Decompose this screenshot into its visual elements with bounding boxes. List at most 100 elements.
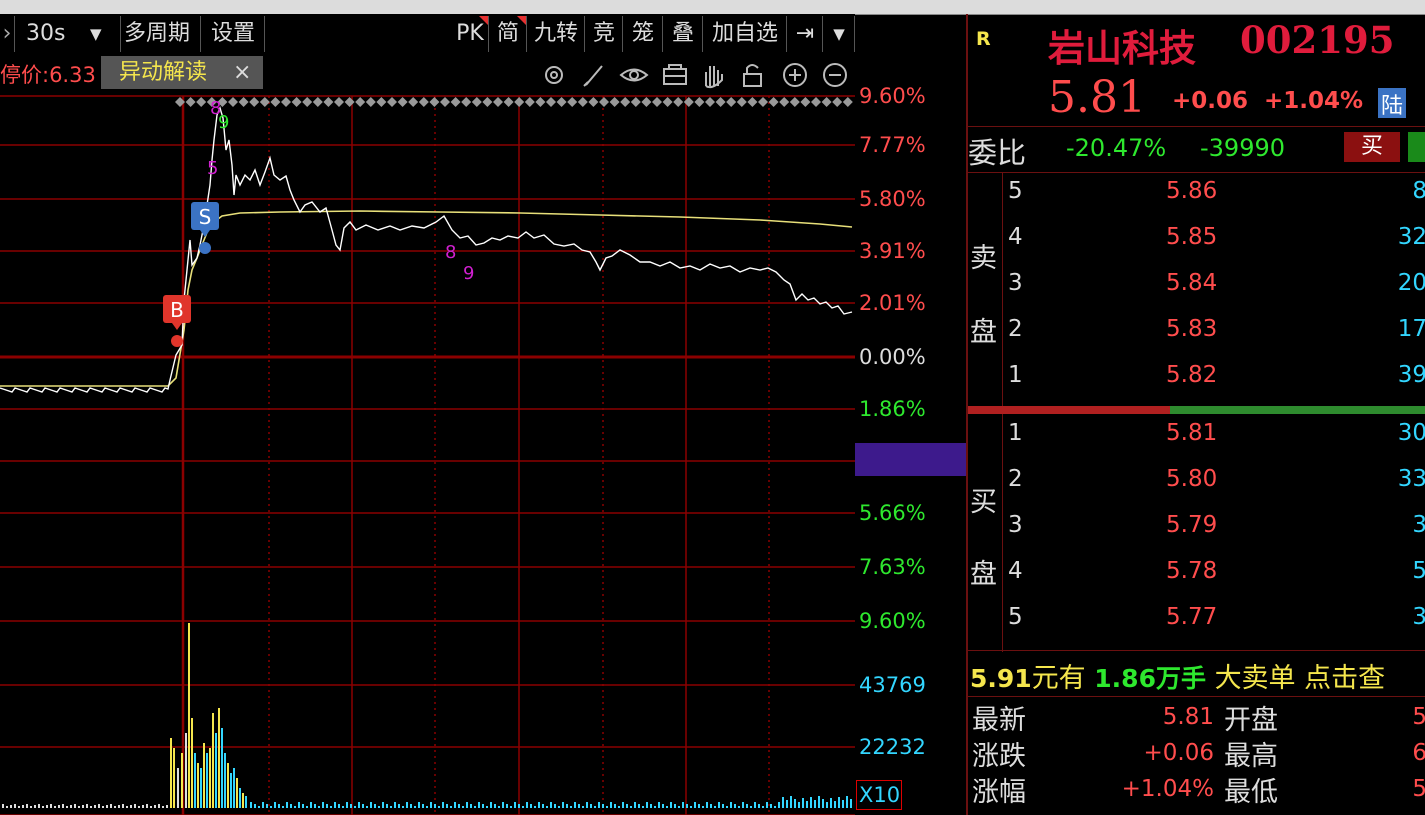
- sell-order-price: 5.86: [1166, 178, 1218, 204]
- volume-bar: [203, 743, 205, 808]
- pct-label: 涨幅: [972, 777, 1026, 808]
- volume-bar: [718, 802, 720, 808]
- volume-bar: [682, 802, 684, 808]
- volume-bar: [282, 806, 284, 808]
- volume-bar: [254, 804, 256, 808]
- volume-bar: [674, 804, 676, 808]
- volume-bar: [730, 802, 732, 808]
- volume-bar: [26, 804, 28, 808]
- volume-bar: [750, 806, 752, 808]
- pct-axis-label: 7.77%: [859, 133, 926, 157]
- volume-bar: [114, 806, 116, 808]
- buy-button[interactable]: 买: [1344, 132, 1400, 162]
- volume-bar: [6, 806, 8, 808]
- sell-order-row[interactable]: 2 5.83 17: [968, 316, 1425, 362]
- buy-order-level: 1: [1008, 420, 1023, 446]
- volume-bar: [586, 802, 588, 808]
- volume-bar: [94, 805, 96, 808]
- buy-order-row[interactable]: 4 5.78 5: [968, 558, 1425, 604]
- sell-order-level: 3: [1008, 270, 1023, 296]
- volume-bar: [227, 763, 229, 808]
- buy-order-row[interactable]: 1 5.81 30: [968, 420, 1425, 466]
- volume-bar: [602, 804, 604, 808]
- sell-order-row[interactable]: 1 5.82 39: [968, 362, 1425, 408]
- volume-bar: [342, 806, 344, 808]
- volume-bar: [710, 804, 712, 808]
- big-order-link[interactable]: 点击查: [1304, 663, 1385, 694]
- sell-order-row[interactable]: 3 5.84 20: [968, 270, 1425, 316]
- volume-bar: [314, 804, 316, 808]
- volume-bar: [818, 796, 820, 808]
- sell-order-row[interactable]: 4 5.85 32: [968, 224, 1425, 270]
- volume-bar: [626, 804, 628, 808]
- volume-bar: [38, 804, 40, 808]
- buy-strength-bar: [1170, 406, 1425, 414]
- volume-bar: [538, 802, 540, 808]
- buy-order-price: 5.79: [1166, 512, 1218, 538]
- sell-marker-label: S: [199, 205, 212, 229]
- volume-bar: [181, 753, 183, 808]
- volume-bar: [318, 806, 320, 808]
- volume-bar: [42, 806, 44, 808]
- volume-bar: [200, 768, 202, 808]
- buy-order-level: 2: [1008, 466, 1023, 492]
- volume-bar: [686, 804, 688, 808]
- sell-order-price: 5.84: [1166, 270, 1218, 296]
- sell-button[interactable]: [1408, 132, 1425, 162]
- buy-order-row[interactable]: 2 5.80 33: [968, 466, 1425, 512]
- volume-bar: [90, 806, 92, 808]
- volume-bar: [678, 806, 680, 808]
- volume-bar: [262, 802, 264, 808]
- seq-label: 8: [210, 98, 221, 119]
- volume-bar: [470, 804, 472, 808]
- buy-order-row[interactable]: 5 5.77 3: [968, 604, 1425, 650]
- volume-bar: [221, 728, 223, 808]
- buy-order-price: 5.77: [1166, 604, 1218, 630]
- volume-bar: [734, 804, 736, 808]
- volume-bar: [714, 806, 716, 808]
- sell-order-level: 4: [1008, 224, 1023, 250]
- volume-bar: [98, 804, 100, 808]
- volume-bar: [762, 806, 764, 808]
- volume-bar: [258, 806, 260, 808]
- buy-order-vol: 3: [1412, 604, 1425, 630]
- volume-bar: [770, 804, 772, 808]
- volume-multiplier-box[interactable]: [856, 780, 902, 810]
- buy-marker[interactable]: B: [163, 295, 191, 347]
- volume-bar: [197, 763, 199, 808]
- volume-bar: [646, 802, 648, 808]
- buy-order-row[interactable]: 3 5.79 3: [968, 512, 1425, 558]
- volume-bar: [810, 797, 812, 808]
- volume-bar: [766, 802, 768, 808]
- sell-order-vol: 39: [1397, 362, 1425, 388]
- stock-connect-badge[interactable]: 陆: [1378, 88, 1406, 119]
- divider: [968, 650, 1425, 651]
- volume-bar: [442, 802, 444, 808]
- volume-bar: [566, 804, 568, 808]
- sell-marker[interactable]: S: [191, 202, 219, 254]
- volume-bar: [386, 804, 388, 808]
- volume-bar: [290, 804, 292, 808]
- volume-bar: [278, 804, 280, 808]
- volume-bar: [215, 733, 217, 808]
- volume-bar: [22, 805, 24, 808]
- volume-bar: [354, 806, 356, 808]
- volume-bar: [191, 718, 193, 808]
- buy-order-level: 5: [1008, 604, 1023, 630]
- volume-bar: [618, 806, 620, 808]
- high-label: 最高: [1224, 741, 1278, 772]
- volume-bar: [622, 802, 624, 808]
- intraday-chart[interactable]: B S 5 9 8 8 9: [0, 0, 855, 815]
- volume-bar: [370, 802, 372, 808]
- pct-axis-label: 5.66%: [859, 501, 926, 525]
- buy-order-level: 4: [1008, 558, 1023, 584]
- big-order-alert[interactable]: 5.91元有 1.86万手 大卖单 点击查: [970, 656, 1385, 695]
- volume-bar: [366, 806, 368, 808]
- volume-bar: [177, 768, 179, 808]
- pct-axis-label: 1.86%: [859, 397, 926, 421]
- high-value: 6: [1412, 740, 1425, 766]
- buy-order-vol: 33: [1397, 466, 1425, 492]
- sell-order-row[interactable]: 5 5.86 8: [968, 178, 1425, 224]
- volume-bar: [58, 805, 60, 808]
- volume-bar: [326, 804, 328, 808]
